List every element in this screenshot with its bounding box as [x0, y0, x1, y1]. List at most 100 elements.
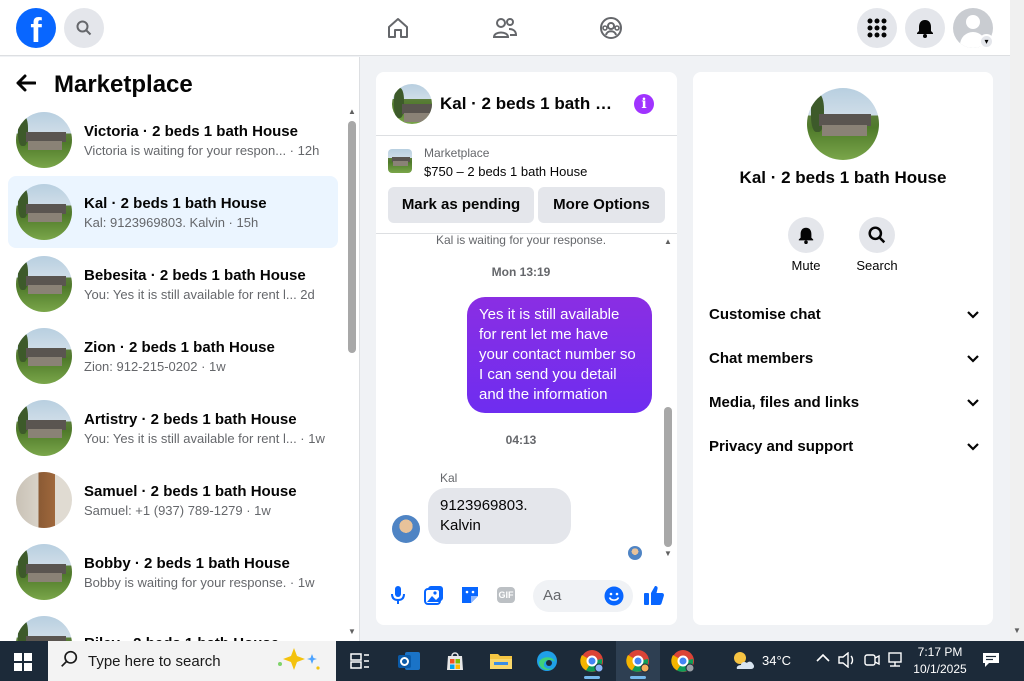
details-title: Kal · 2 beds 1 bath House	[739, 168, 947, 187]
conversation-thumbnail	[16, 544, 72, 600]
more-options-button[interactable]: More Options	[538, 187, 665, 223]
chat-listing-thumbnail[interactable]	[392, 83, 432, 124]
conversation-thumbnail	[16, 616, 72, 641]
conversation-title: Bebesita · 2 beds 1 bath House	[84, 266, 306, 284]
search-button[interactable]	[64, 8, 104, 48]
sender-avatar[interactable]	[392, 515, 420, 543]
facebook-logo[interactable]: f	[16, 8, 56, 48]
mute-label: Mute	[791, 258, 821, 273]
scroll-up-icon[interactable]: ▲	[348, 107, 356, 116]
system-message: Kal is waiting for your response.	[435, 235, 607, 247]
nav-home[interactable]	[380, 10, 416, 46]
marketplace-inbox-panel: Marketplace Victoria · 2 beds 1 bath Hou…	[0, 57, 360, 641]
conversation-preview: Bobby is waiting for your response. · 1w	[84, 574, 315, 590]
chevron-down-icon	[967, 350, 979, 367]
nav-friends[interactable]	[487, 10, 523, 46]
search-conversation-button[interactable]	[859, 217, 895, 253]
file-explorer-icon[interactable]	[487, 647, 515, 675]
conversation-preview: Zion: 912-215-0202 · 1w	[84, 358, 226, 374]
chrome-profile-1-icon[interactable]	[578, 647, 606, 679]
privacy-support-row[interactable]: Privacy and support	[709, 424, 979, 468]
start-button[interactable]	[14, 653, 32, 671]
mark-as-pending-button[interactable]: Mark as pending	[388, 187, 534, 223]
page-title: Marketplace	[54, 71, 193, 98]
edge-icon[interactable]	[533, 647, 561, 675]
temperature[interactable]: 34°C	[762, 653, 791, 668]
nav-groups[interactable]	[593, 10, 629, 46]
meet-now-icon[interactable]	[864, 652, 880, 671]
conversation-row[interactable]: Bebesita · 2 beds 1 bath House You: Yes i…	[8, 248, 338, 320]
chat-scrollbar[interactable]: ▲ ▼	[662, 235, 674, 565]
window-scrollbar[interactable]: ▼	[1010, 0, 1024, 641]
microphone-icon[interactable]	[387, 584, 409, 606]
notification-center-icon[interactable]	[982, 652, 1000, 671]
conversation-row[interactable]: Artistry · 2 beds 1 bath House You: Yes i…	[8, 392, 338, 464]
logo-letter: f	[30, 12, 42, 48]
outgoing-message[interactable]: Yes it is still available for rent let m…	[467, 297, 652, 413]
taskbar-search[interactable]: Type here to search	[48, 641, 336, 681]
gif-label: GIF	[497, 587, 515, 603]
like-icon[interactable]	[643, 584, 665, 606]
conversation-row[interactable]: Bobby · 2 beds 1 bath House Bobby is wait…	[8, 536, 338, 608]
conversation-row[interactable]: Samuel · 2 beds 1 bath House Samuel: +1 (…	[8, 464, 338, 536]
search-label: Search	[856, 258, 898, 273]
conversation-title: Artistry · 2 beds 1 bath House	[84, 410, 297, 428]
top-navigation-bar: f ▾	[0, 0, 1010, 56]
chrome-profile-3-icon[interactable]	[669, 647, 697, 675]
mute-button[interactable]	[788, 217, 824, 253]
message-composer: GIF Aa	[376, 572, 677, 622]
customise-chat-row[interactable]: Customise chat	[709, 292, 979, 336]
weather-icon[interactable]	[728, 647, 758, 675]
friends-icon	[492, 18, 518, 38]
info-icon[interactable]: i	[634, 94, 654, 114]
gif-icon[interactable]: GIF	[495, 584, 517, 606]
microsoft-store-icon[interactable]	[441, 647, 469, 675]
chrome-profile-2-icon[interactable]	[624, 647, 652, 679]
incoming-message[interactable]: 9123969803. Kalvin	[428, 488, 571, 544]
menu-button[interactable]	[857, 8, 897, 48]
chevron-down-icon	[967, 306, 979, 323]
conversation-title: Riley · 2 beds 1 bath House	[84, 634, 279, 641]
scroll-down-icon[interactable]: ▼	[348, 627, 356, 636]
scroll-thumb[interactable]	[664, 407, 672, 547]
marketplace-label: Marketplace	[424, 146, 490, 160]
listing-thumbnail[interactable]	[388, 149, 412, 173]
notifications-button[interactable]	[905, 8, 945, 48]
task-view-icon[interactable]	[346, 647, 374, 675]
scroll-thumb[interactable]	[348, 121, 356, 353]
chat-members-row[interactable]: Chat members	[709, 336, 979, 380]
conversation-title: Kal · 2 beds 1 bath House	[84, 194, 267, 212]
listing-price[interactable]: $750 – 2 beds 1 bath House	[424, 164, 587, 179]
taskbar-search-placeholder: Type here to search	[88, 652, 221, 670]
media-files-links-row[interactable]: Media, files and links	[709, 380, 979, 424]
scroll-down-icon[interactable]: ▼	[664, 549, 672, 558]
conversation-scrollbar[interactable]: ▲ ▼	[346, 107, 358, 637]
scroll-down-icon[interactable]: ▼	[1013, 626, 1021, 635]
conversation-text: Riley · 2 beds 1 bath House	[84, 634, 279, 641]
system-clock[interactable]: 7:17 PM 10/1/2025	[912, 644, 968, 678]
outlook-icon[interactable]	[395, 647, 423, 675]
photo-icon[interactable]	[423, 584, 445, 606]
scroll-up-icon[interactable]: ▲	[664, 237, 672, 246]
clock-time: 7:17 PM	[917, 645, 963, 659]
details-listing-photo[interactable]	[807, 88, 879, 160]
conversation-text: Bebesita · 2 beds 1 bath House You: Yes i…	[84, 266, 315, 303]
volume-icon[interactable]	[838, 651, 856, 671]
conversation-row[interactable]: Riley · 2 beds 1 bath House	[8, 608, 338, 641]
back-arrow-icon[interactable]	[16, 71, 40, 99]
emoji-icon[interactable]	[603, 585, 625, 607]
conversation-row[interactable]: Victoria · 2 beds 1 bath House Victoria i…	[8, 104, 338, 176]
search-icon	[868, 226, 886, 244]
conversation-row[interactable]: Kal · 2 beds 1 bath House Kal: 9123969803…	[8, 176, 338, 248]
home-icon	[388, 18, 408, 38]
search-icon	[76, 20, 92, 36]
conversation-row[interactable]: Zion · 2 beds 1 bath House Zion: 912-215-…	[8, 320, 338, 392]
mute-action[interactable]: Mute	[776, 217, 836, 273]
chevron-up-icon[interactable]	[816, 651, 830, 666]
conversation-thumbnail	[16, 472, 72, 528]
sticker-icon[interactable]	[459, 584, 481, 606]
network-icon[interactable]	[886, 652, 904, 671]
search-action[interactable]: Search	[847, 217, 907, 273]
chat-title[interactable]: Kal · 2 beds 1 bath H...	[440, 94, 618, 114]
chevron-down-icon[interactable]: ▾	[979, 34, 994, 49]
